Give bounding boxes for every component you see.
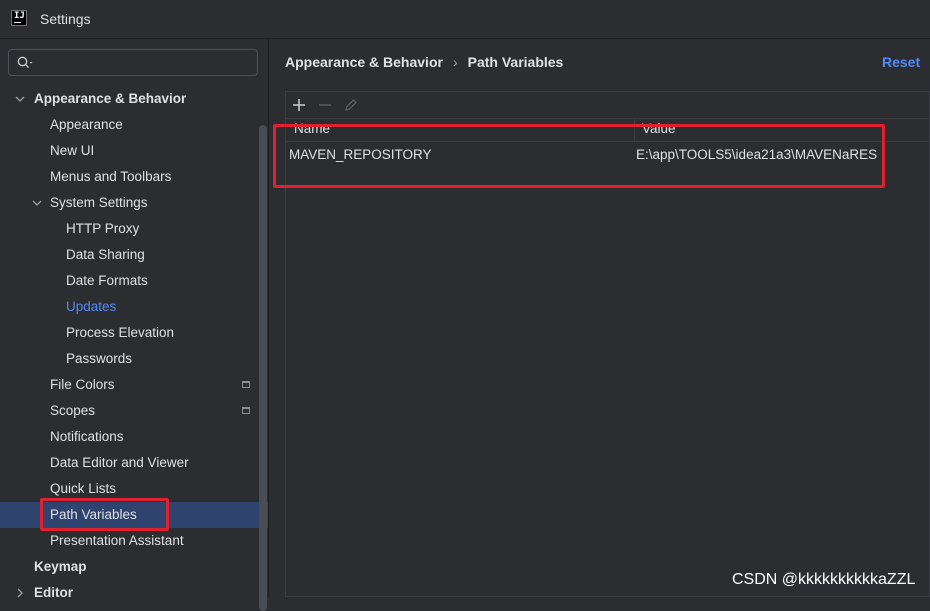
sidebar-item-data-sharing[interactable]: Data Sharing bbox=[0, 242, 268, 268]
sidebar-item-process-elevation[interactable]: Process Elevation bbox=[0, 320, 268, 346]
sidebar-item-label: Keymap bbox=[34, 559, 87, 574]
project-settings-icon bbox=[242, 381, 250, 388]
sidebar-item-notifications[interactable]: Notifications bbox=[0, 424, 268, 450]
sidebar-item-label: Appearance bbox=[50, 117, 123, 132]
sidebar-item-new-ui[interactable]: New UI bbox=[0, 138, 268, 164]
sidebar-item-updates[interactable]: Updates bbox=[0, 294, 268, 320]
sidebar-item-passwords[interactable]: Passwords bbox=[0, 346, 268, 372]
breadcrumb: Appearance & Behavior › Path Variables bbox=[285, 54, 563, 70]
sidebar-item-scopes[interactable]: Scopes bbox=[0, 398, 268, 424]
search-icon bbox=[17, 56, 33, 68]
sidebar-item-presentation-assistant[interactable]: Presentation Assistant bbox=[0, 528, 268, 554]
breadcrumb-current: Path Variables bbox=[467, 54, 564, 70]
sidebar-item-label: Presentation Assistant bbox=[50, 533, 184, 548]
sidebar-item-appearance-behavior[interactable]: Appearance & Behavior bbox=[0, 86, 268, 112]
window-title: Settings bbox=[40, 11, 91, 27]
sidebar-item-appearance[interactable]: Appearance bbox=[0, 112, 268, 138]
sidebar-item-label: Date Formats bbox=[66, 273, 148, 288]
sidebar-scrollbar[interactable] bbox=[259, 125, 267, 611]
minus-icon[interactable] bbox=[316, 96, 334, 114]
sidebar-item-system-settings[interactable]: System Settings bbox=[0, 190, 268, 216]
sidebar-item-label: Scopes bbox=[50, 403, 96, 418]
sidebar-item-label: Appearance & Behavior bbox=[34, 91, 187, 106]
sidebar-item-data-editor-and-viewer[interactable]: Data Editor and Viewer bbox=[0, 450, 268, 476]
watermark: CSDN @kkkkkkkkkkaZZL bbox=[732, 571, 916, 588]
sidebar-item-editor[interactable]: Editor bbox=[0, 580, 268, 606]
sidebar-item-label: System Settings bbox=[50, 195, 148, 210]
breadcrumb-separator-icon: › bbox=[452, 54, 458, 70]
highlight-box-table bbox=[273, 124, 885, 188]
project-settings-icon bbox=[242, 407, 250, 414]
sidebar-item-label: Notifications bbox=[50, 429, 124, 444]
panel-divider[interactable] bbox=[268, 39, 269, 597]
search-input[interactable] bbox=[8, 49, 258, 76]
sidebar-item-label: New UI bbox=[50, 143, 95, 158]
sidebar-item-label: File Colors bbox=[50, 377, 115, 392]
sidebar-item-file-colors[interactable]: File Colors bbox=[0, 372, 268, 398]
table-toolbar bbox=[286, 92, 930, 119]
sidebar-item-label: Data Sharing bbox=[66, 247, 145, 262]
chevron-down-icon[interactable] bbox=[15, 94, 25, 104]
sidebar-item-label: Passwords bbox=[66, 351, 133, 366]
chevron-down-icon[interactable] bbox=[32, 198, 42, 208]
sidebar-item-label: Process Elevation bbox=[66, 325, 175, 340]
highlight-box-path-variables bbox=[40, 498, 169, 531]
sidebar-item-label: Editor bbox=[34, 585, 73, 600]
sidebar-item-label: Updates bbox=[66, 299, 117, 314]
sidebar-item-keymap[interactable]: Keymap bbox=[0, 554, 268, 580]
sidebar-item-label: HTTP Proxy bbox=[66, 221, 140, 236]
pencil-icon[interactable] bbox=[342, 96, 360, 114]
title-bar: IJ Settings bbox=[0, 0, 930, 39]
intellij-logo-icon: IJ bbox=[11, 10, 27, 26]
reset-button[interactable]: Reset bbox=[882, 54, 920, 70]
sidebar-item-date-formats[interactable]: Date Formats bbox=[0, 268, 268, 294]
breadcrumb-parent[interactable]: Appearance & Behavior bbox=[285, 54, 443, 70]
sidebar-item-label: Data Editor and Viewer bbox=[50, 455, 189, 470]
sidebar-item-label: Menus and Toolbars bbox=[50, 169, 172, 184]
sidebar-item-menus-and-toolbars[interactable]: Menus and Toolbars bbox=[0, 164, 268, 190]
sidebar-item-http-proxy[interactable]: HTTP Proxy bbox=[0, 216, 268, 242]
plus-icon[interactable] bbox=[290, 96, 308, 114]
